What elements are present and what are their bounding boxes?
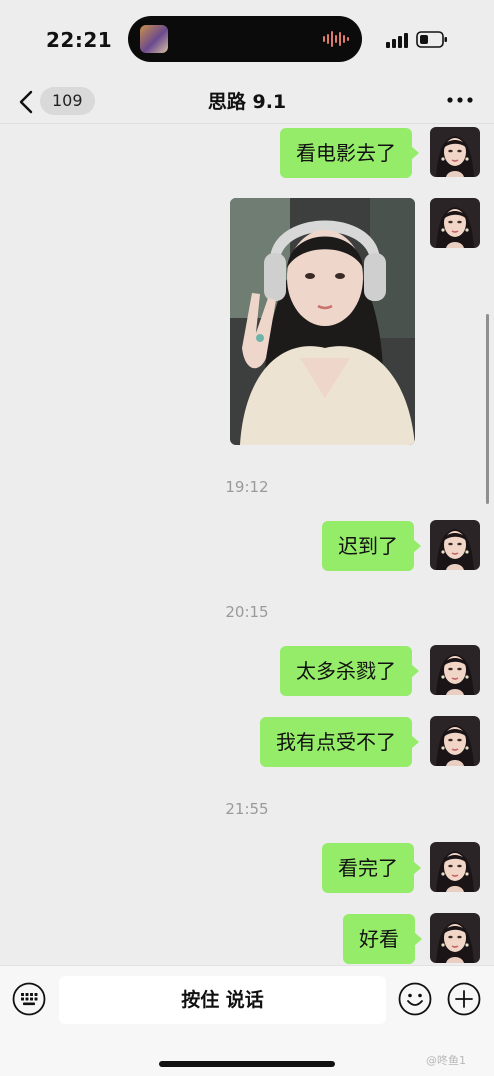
home-indicator[interactable] (159, 1061, 335, 1067)
signal-icon (386, 33, 408, 48)
avatar[interactable] (430, 198, 480, 248)
chat-title: 思路 9.1 (207, 91, 287, 113)
dynamic-island[interactable] (128, 16, 362, 62)
avatar[interactable] (430, 913, 480, 963)
message-bubble[interactable]: 好看 (343, 914, 422, 964)
timestamp: 19:12 (225, 478, 269, 496)
more-icon[interactable] (444, 88, 476, 112)
message-bubble[interactable]: 看电影去了 (280, 128, 419, 178)
plus-icon[interactable] (447, 982, 481, 1016)
timestamp: 21:55 (225, 800, 269, 818)
message-bubble[interactable]: 太多杀戮了 (280, 646, 419, 696)
hold-to-talk-button[interactable]: 按住 说话 (59, 976, 386, 1024)
audio-wave-icon (323, 31, 349, 47)
input-bar: 按住 说话 @咚鱼1 (0, 965, 494, 1076)
chat-area[interactable]: 看电影去了 19:12 迟到了 20:15 太多杀戮了 我有点受不了 21:55… (0, 124, 494, 965)
message-bubble[interactable]: 看完了 (322, 843, 421, 893)
nav-bar: 109 思路 9.1 (0, 78, 494, 124)
watermark: @咚鱼1 (426, 1054, 466, 1067)
message-image[interactable] (230, 198, 415, 445)
status-bar: 22:21 (0, 0, 494, 78)
avatar[interactable] (430, 127, 480, 177)
avatar[interactable] (430, 645, 480, 695)
emoji-icon[interactable] (398, 982, 432, 1016)
message-bubble[interactable]: 迟到了 (322, 521, 421, 571)
scrollbar-thumb[interactable] (486, 314, 489, 504)
avatar[interactable] (430, 716, 480, 766)
status-time: 22:21 (46, 28, 113, 52)
message-bubble[interactable]: 我有点受不了 (260, 717, 419, 767)
timestamp: 20:15 (225, 603, 269, 621)
avatar[interactable] (430, 842, 480, 892)
keyboard-icon[interactable] (12, 982, 46, 1016)
avatar[interactable] (430, 520, 480, 570)
now-playing-artwork (140, 25, 168, 53)
battery-icon (416, 31, 447, 48)
